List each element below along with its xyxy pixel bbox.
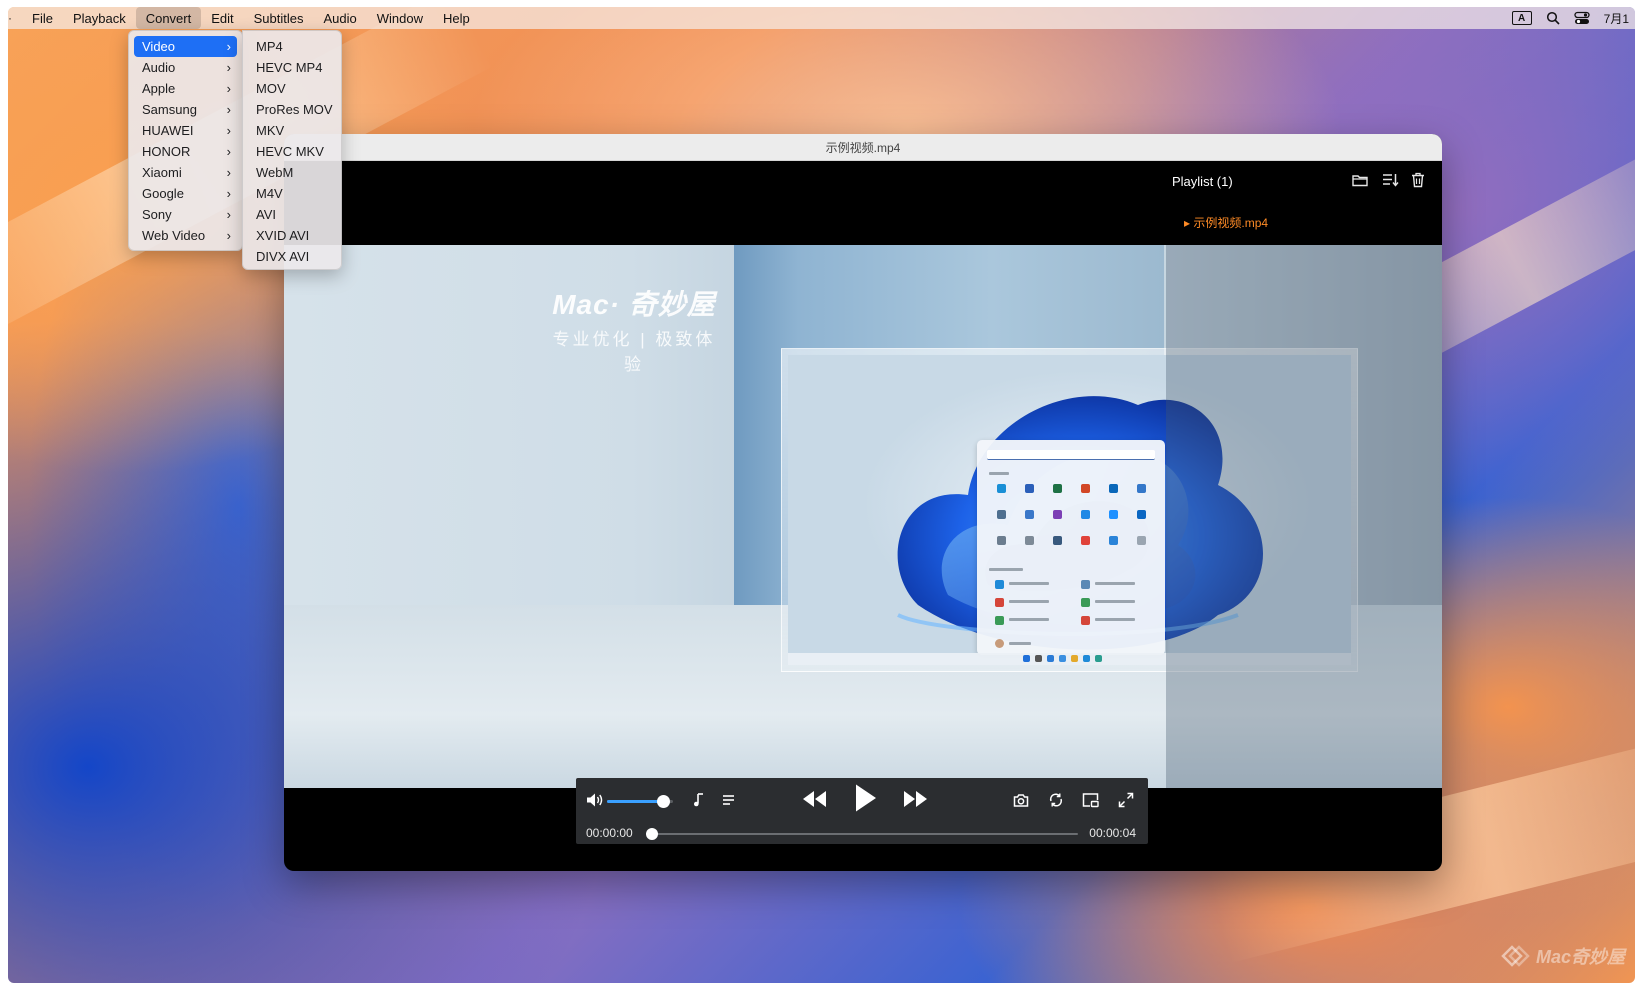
- volume-slider-fill: [607, 800, 664, 803]
- menu-bar: · File Playback Convert Edit Subtitles A…: [8, 7, 1635, 29]
- chevron-right-icon: ›: [226, 228, 231, 243]
- convert-menu-item-web-video[interactable]: Web Video ›: [134, 225, 237, 246]
- format-item-hevc-mp4[interactable]: HEVC MP4: [248, 57, 336, 78]
- chevron-right-icon: ›: [226, 39, 231, 54]
- video-frame[interactable]: Mac· 奇妙屋 专业优化 | 极致体验: [284, 245, 1442, 788]
- video-watermark-tagline: 专业优化 | 极致体验: [552, 330, 716, 374]
- chevron-right-icon: ›: [226, 60, 231, 75]
- current-time: 00:00:00: [586, 826, 633, 840]
- format-item-webm[interactable]: WebM: [248, 162, 336, 183]
- volume-slider[interactable]: [607, 795, 673, 808]
- windows-start-menu-image: [977, 440, 1165, 655]
- format-item-xvid-avi[interactable]: XVID AVI: [248, 225, 336, 246]
- control-center-icon[interactable]: [1573, 11, 1590, 25]
- chevron-right-icon: ›: [226, 102, 231, 117]
- menu-item-label: HONOR: [142, 144, 191, 159]
- menu-edit[interactable]: Edit: [201, 7, 243, 29]
- convert-menu-item-video[interactable]: Video ›: [134, 36, 237, 57]
- menu-item-label: Audio: [142, 60, 176, 75]
- audio-track-icon[interactable]: [693, 792, 705, 808]
- menu-file[interactable]: File: [22, 7, 63, 29]
- menu-playback[interactable]: Playback: [63, 7, 136, 29]
- chevron-right-icon: ›: [226, 81, 231, 96]
- start-menu-search-image: [987, 450, 1155, 460]
- search-icon[interactable]: [1546, 11, 1560, 25]
- video-scene-shadow: [1166, 245, 1442, 788]
- watermark-text: Mac奇妙屋: [1535, 947, 1625, 967]
- window-titlebar[interactable]: 示例视频.mp4: [284, 134, 1442, 161]
- diamond-logo-icon: [1501, 945, 1530, 967]
- playlist-item-active[interactable]: ▸ 示例视频.mp4: [1184, 214, 1268, 231]
- convert-menu-item-xiaomi[interactable]: Xiaomi ›: [134, 162, 237, 183]
- rewind-icon[interactable]: [802, 789, 828, 809]
- menu-item-label: Apple: [142, 81, 176, 96]
- menu-window[interactable]: Window: [367, 7, 433, 29]
- format-item-mkv[interactable]: MKV: [248, 120, 336, 141]
- playlist-item-label: 示例视频.mp4: [1193, 216, 1269, 230]
- menu-help[interactable]: Help: [433, 7, 480, 29]
- format-item-prores-mov[interactable]: ProRes MOV: [248, 99, 336, 120]
- convert-menu-item-audio[interactable]: Audio ›: [134, 57, 237, 78]
- format-item-mov[interactable]: MOV: [248, 78, 336, 99]
- convert-menu-item-sony[interactable]: Sony ›: [134, 204, 237, 225]
- player-window: 示例视频.mp4 Playlist (1) ▸ 示例视频.mp4 Mac· 奇妙…: [284, 134, 1442, 871]
- menubar-clock[interactable]: 7月1: [1604, 10, 1629, 27]
- menu-item-label: Web Video: [142, 228, 206, 243]
- duration-time: 00:00:04: [1089, 826, 1136, 840]
- menu-item-label: Samsung: [142, 102, 197, 117]
- open-folder-icon[interactable]: [1351, 171, 1369, 189]
- seek-bar[interactable]: [646, 828, 1078, 840]
- menu-item-label: Google: [142, 186, 184, 201]
- play-icon[interactable]: [854, 783, 878, 813]
- menu-convert[interactable]: Convert: [135, 7, 202, 29]
- loop-icon[interactable]: [1048, 792, 1064, 808]
- trash-icon[interactable]: [1409, 171, 1427, 189]
- seek-bar-handle[interactable]: [646, 828, 658, 840]
- format-item-avi[interactable]: AVI: [248, 204, 336, 225]
- site-watermark: Mac奇妙屋: [1500, 943, 1625, 969]
- format-item-hevc-mkv[interactable]: HEVC MKV: [248, 141, 336, 162]
- fullscreen-icon[interactable]: [1118, 792, 1134, 808]
- convert-menu-item-huawei[interactable]: HUAWEI ›: [134, 120, 237, 141]
- playback-controls: 00:00:00 00:00:04: [576, 778, 1148, 844]
- apple-menu-icon[interactable]: ·: [8, 11, 22, 25]
- convert-menu-item-samsung[interactable]: Samsung ›: [134, 99, 237, 120]
- chevron-right-icon: ›: [226, 144, 231, 159]
- convert-menu-item-apple[interactable]: Apple ›: [134, 78, 237, 99]
- chapter-list-icon[interactable]: [722, 793, 736, 807]
- convert-menu-item-google[interactable]: Google ›: [134, 183, 237, 204]
- sort-list-icon[interactable]: [1381, 171, 1399, 189]
- chevron-right-icon: ›: [226, 186, 231, 201]
- format-item-mp4[interactable]: MP4: [248, 36, 336, 57]
- status-area: A 7月1: [1511, 7, 1629, 29]
- convert-menu: Video › Audio › Apple › Samsung › HUAWEI › HO…: [128, 30, 243, 251]
- screenshot-camera-icon[interactable]: [1013, 792, 1029, 808]
- menu-item-label: Sony: [142, 207, 172, 222]
- menu-audio[interactable]: Audio: [314, 7, 367, 29]
- format-item-m4v[interactable]: M4V: [248, 183, 336, 204]
- play-indicator-icon: ▸: [1184, 216, 1191, 230]
- menu-item-label: Video: [142, 39, 176, 54]
- volume-slider-handle[interactable]: [657, 795, 671, 808]
- playlist-title: Playlist (1): [1172, 174, 1233, 189]
- video-format-submenu: MP4 HEVC MP4 MOV ProRes MOV MKV HEVC MKV…: [242, 30, 342, 270]
- volume-icon[interactable]: [586, 792, 604, 808]
- fast-forward-icon[interactable]: [902, 789, 928, 809]
- format-item-divx-avi[interactable]: DIVX AVI: [248, 246, 336, 267]
- desktop: · File Playback Convert Edit Subtitles A…: [8, 7, 1635, 983]
- input-source-icon[interactable]: A: [1511, 11, 1532, 25]
- chevron-right-icon: ›: [226, 165, 231, 180]
- picture-in-picture-icon[interactable]: [1082, 792, 1099, 808]
- menu-item-label: HUAWEI: [142, 123, 194, 138]
- window-title: 示例视频.mp4: [825, 140, 901, 155]
- menu-subtitles[interactable]: Subtitles: [244, 7, 314, 29]
- menu-item-label: Xiaomi: [142, 165, 182, 180]
- playlist-header: Playlist (1) ▸ 示例视频.mp4: [284, 161, 1442, 245]
- chevron-right-icon: ›: [226, 123, 231, 138]
- chevron-right-icon: ›: [226, 207, 231, 222]
- convert-menu-item-honor[interactable]: HONOR ›: [134, 141, 237, 162]
- video-watermark-logo: Mac· 奇妙屋: [552, 289, 716, 320]
